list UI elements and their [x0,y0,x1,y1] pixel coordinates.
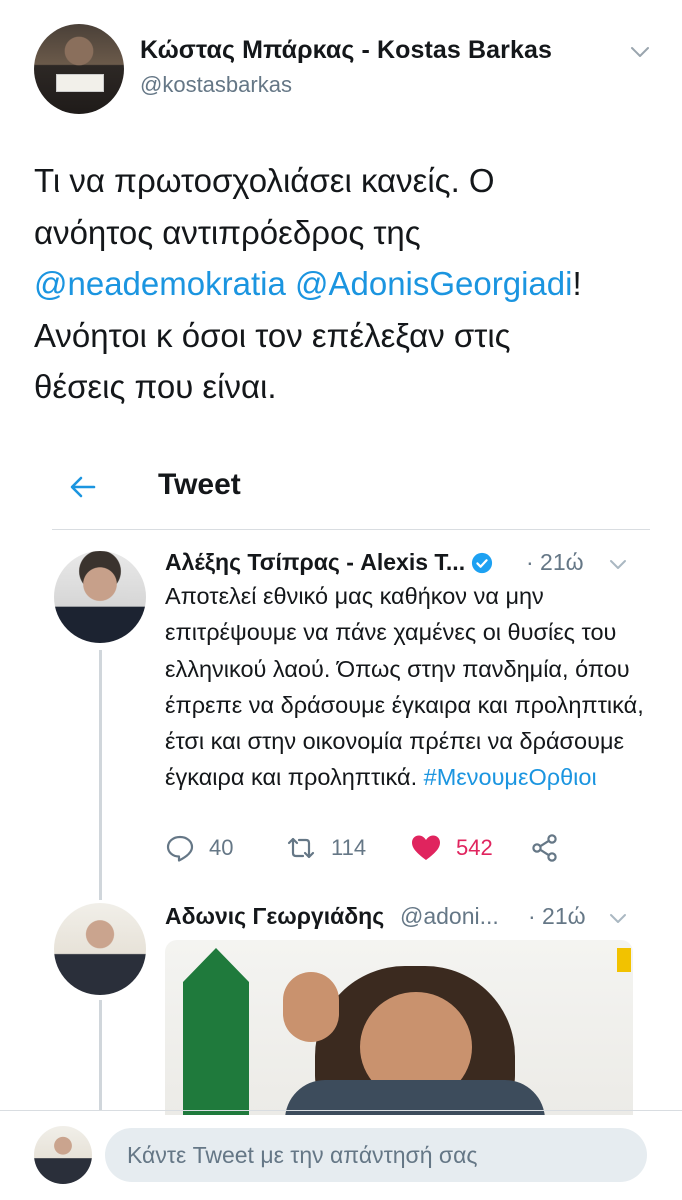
embedded-nav-title: Tweet [158,468,241,501]
tweet-line: Ανόητοι κ όσοι τον επέλεξαν στις [34,316,511,354]
share-icon [532,834,557,862]
heart-icon [412,835,440,860]
mention-link[interactable]: @AdonisGeorgiadi [295,265,573,302]
author-avatar[interactable] [34,24,124,114]
tweet-actions: 40 114 542 [165,828,585,868]
user-avatar[interactable] [34,1126,92,1184]
georgiadis-avatar[interactable] [54,903,146,995]
chevron-down-icon[interactable] [607,907,629,929]
like-button[interactable]: 542 [410,828,493,868]
embedded-nav-bar: Tweet [52,462,652,522]
like-count: 542 [456,835,493,860]
divider [0,1110,682,1111]
tweet-header: Κώστας Μπάρκας - Kostas Barkas @kostasba… [0,0,682,130]
tweet-line: Τι να πρωτοσχολιάσει κανείς. Ο [34,162,495,199]
mention-link[interactable]: @neademokratia [34,265,286,302]
chevron-down-icon[interactable] [607,553,629,575]
flag-graphic [183,948,249,1115]
media-edge-graphic [617,948,631,972]
share-button[interactable] [530,828,574,868]
tweet-punctuation: ! [572,265,582,302]
reply-button[interactable]: 40 [165,828,233,868]
tweet-line: @neademokratia @AdonisGeorgiadi! [34,258,664,310]
verified-badge-icon [472,552,493,574]
embedded-tweet-time: · 21ώ [526,549,584,575]
retweet-count: 114 [331,835,367,860]
embedded-tweet-text: Αποτελεί εθνικό μας καθήκον να μην επιτρ… [165,578,645,796]
person-hand-graphic [283,972,339,1042]
embedded-author-name[interactable]: Αλέξης Τσίπρας - Alexis T... [165,549,493,576]
tweet-media-image[interactable] [165,940,633,1115]
embedded-tweet-body: Αποτελεί εθνικό μας καθήκον να μην επιτρ… [165,583,644,791]
reply-icon [166,835,194,862]
author-name[interactable]: Κώστας Μπάρκας - Kostas Barkas [140,36,552,65]
back-arrow-icon[interactable] [66,470,100,504]
embedded-tweet-time: · 21ώ [528,903,586,929]
divider [52,529,650,530]
embedded-author-name-text: Αλέξης Τσίπρας - Alexis T... [165,549,466,575]
avatar-sign-image [56,74,104,92]
tweet-line: θέσεις που είναι. [34,368,277,405]
reply-input[interactable] [105,1128,647,1182]
thread-connector [99,1000,102,1110]
author-handle[interactable]: @kostasbarkas [140,72,292,98]
retweet-button[interactable]: 114 [285,828,366,868]
tweet-line: ανόητος αντιπρόεδρος της [34,213,421,251]
embedded-author-name[interactable]: Αδωνις Γεωργιάδης [165,903,384,930]
retweet-icon [287,837,315,859]
reply-count: 40 [209,835,234,860]
hashtag-link[interactable]: #ΜενουμεΟρθιοι [424,764,597,790]
tsipras-avatar[interactable] [54,551,146,643]
embedded-author-handle[interactable]: @adoni... [400,903,499,930]
thread-connector [99,650,102,900]
chevron-down-icon[interactable] [628,40,652,64]
tweet-text: Τι να πρωτοσχολιάσει κανείς. Ο ανόητος α… [34,155,664,413]
